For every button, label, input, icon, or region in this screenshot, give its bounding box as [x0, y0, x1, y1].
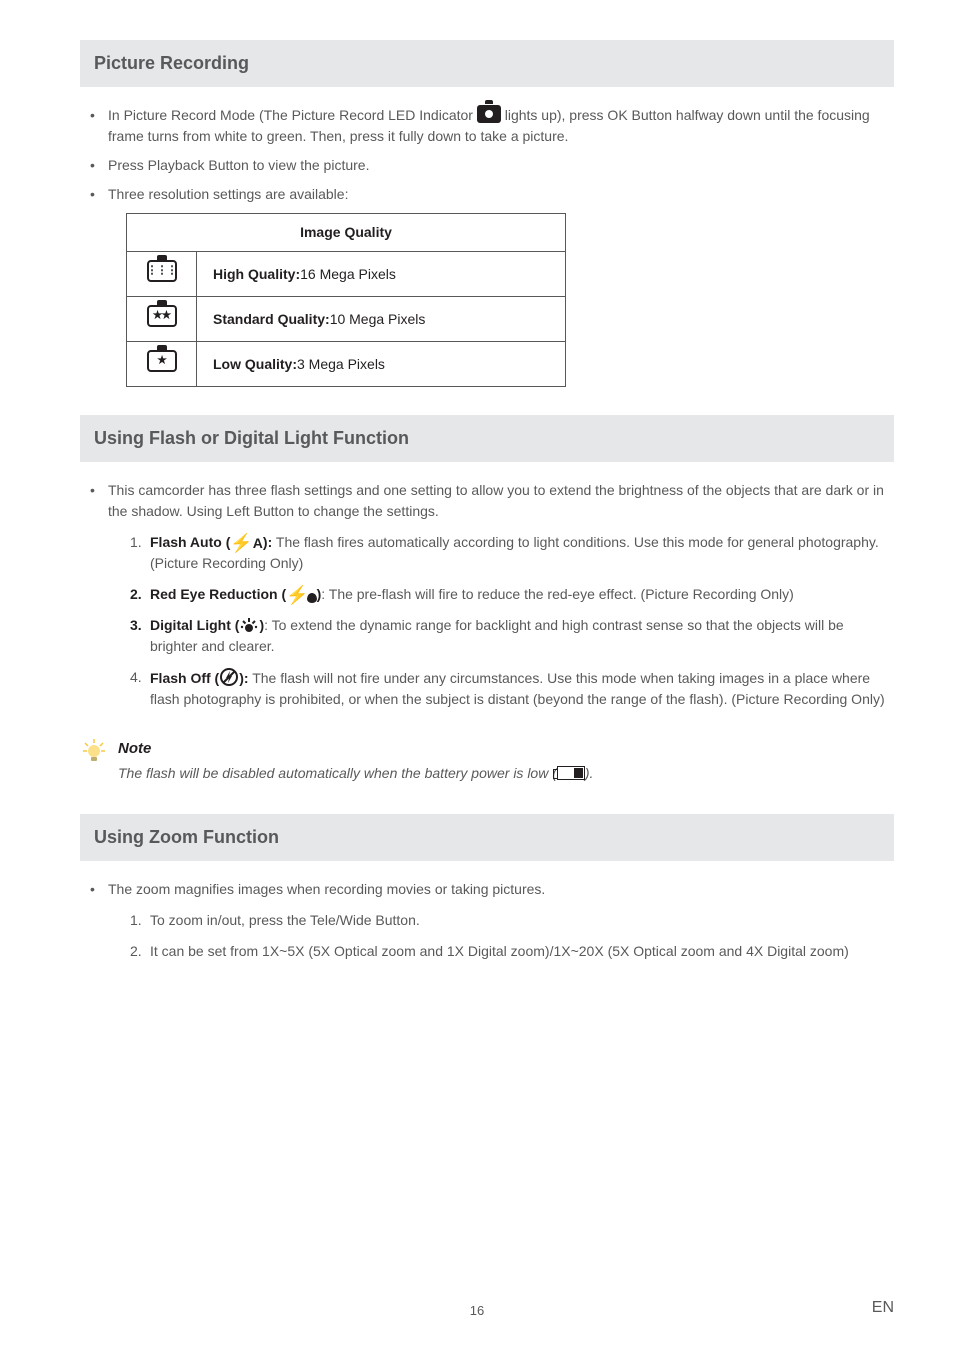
digital-light-icon — [239, 617, 259, 633]
digital-light-label: Digital Light () — [150, 617, 264, 633]
flash-item-2: 2. Red Eye Reduction (⚡): The pre-flash … — [130, 584, 894, 605]
page-number: 16 — [60, 1301, 894, 1321]
table-row: ⋮⋮⋮ High Quality:16 Mega Pixels — [127, 252, 566, 297]
section-heading-picture: Picture Recording — [80, 40, 894, 87]
iq-header: Image Quality — [127, 214, 566, 252]
zoom-intro-text: The zoom magnifies images when recording… — [108, 881, 545, 897]
section-heading-zoom: Using Zoom Function — [80, 814, 894, 861]
note-block: Note The flash will be disabled automati… — [80, 738, 894, 784]
pr-bullet-3: Three resolution settings are available: — [86, 184, 894, 205]
pr-b1-text-a: In Picture Record Mode (The Picture Reco… — [108, 107, 477, 123]
quality-high-icon: ⋮⋮⋮ — [147, 260, 177, 282]
flash-off-label: Flash Off (): — [150, 670, 249, 686]
picture-recording-body: In Picture Record Mode (The Picture Reco… — [80, 105, 894, 387]
zoom-body: The zoom magnifies images when recording… — [80, 879, 894, 962]
battery-low-icon — [557, 766, 585, 780]
flash-item-4: 4. Flash Off (): The flash will not fire… — [130, 667, 894, 710]
page-footer: 16 EN — [0, 1301, 954, 1321]
note-lightbulb-icon — [80, 738, 108, 766]
pr-bullet-1: In Picture Record Mode (The Picture Reco… — [86, 105, 894, 147]
zoom-item-1: 1.To zoom in/out, press the Tele/Wide Bu… — [130, 910, 894, 931]
flash-body: This camcorder has three flash settings … — [80, 480, 894, 710]
flash-auto-label: Flash Auto (⚡): — [150, 534, 272, 550]
note-title: Note — [118, 738, 593, 761]
flash-item-3: 3. Digital Light (): To extend the dynam… — [130, 615, 894, 657]
section-heading-flash: Using Flash or Digital Light Function — [80, 415, 894, 462]
pr-bullet-2: Press Playback Button to view the pictur… — [86, 155, 894, 176]
red-eye-label: Red Eye Reduction (⚡) — [150, 586, 321, 602]
flash-off-icon — [219, 667, 239, 687]
iq-row3-r: 3 Mega Pixels — [297, 356, 385, 372]
flash-auto-icon: ⚡ — [230, 534, 263, 552]
language-label: EN — [872, 1296, 894, 1320]
image-quality-table: Image Quality ⋮⋮⋮ High Quality:16 Mega P… — [126, 213, 566, 387]
iq-row1-b: High Quality: — [213, 266, 300, 282]
zoom-intro: The zoom magnifies images when recording… — [86, 879, 894, 962]
table-row: ★ Low Quality:3 Mega Pixels — [127, 342, 566, 387]
flash-item4-text: The flash will not fire under any circum… — [150, 670, 885, 707]
iq-row2-b: Standard Quality: — [213, 311, 330, 327]
flash-intro-text: This camcorder has three flash settings … — [108, 482, 884, 519]
quality-low-icon: ★ — [147, 350, 177, 372]
note-text: The flash will be disabled automatically… — [118, 763, 593, 784]
iq-row1-r: 16 Mega Pixels — [300, 266, 396, 282]
flash-item-1: 1. Flash Auto (⚡): The flash fires autom… — [130, 532, 894, 574]
camera-led-icon — [477, 105, 501, 123]
table-row: ★★ Standard Quality:10 Mega Pixels — [127, 297, 566, 342]
iq-row2-r: 10 Mega Pixels — [330, 311, 426, 327]
flash-intro: This camcorder has three flash settings … — [86, 480, 894, 710]
zoom-item-2: 2.It can be set from 1X~5X (5X Optical z… — [130, 941, 894, 962]
flash-item2-text: : The pre-flash will fire to reduce the … — [321, 586, 794, 602]
quality-standard-icon: ★★ — [147, 305, 177, 327]
iq-row3-b: Low Quality: — [213, 356, 297, 372]
red-eye-icon: ⚡ — [286, 586, 316, 604]
